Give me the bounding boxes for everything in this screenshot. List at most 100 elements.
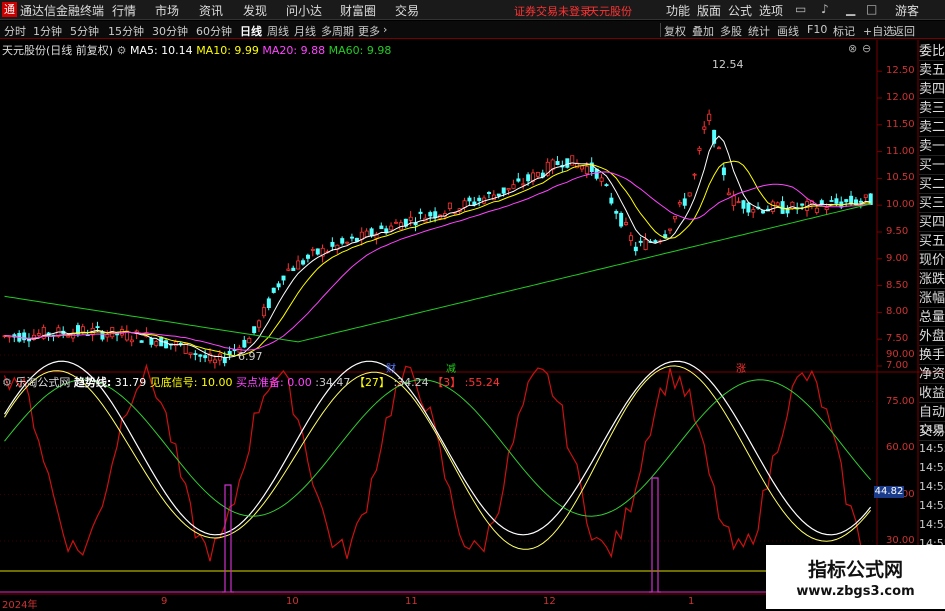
candle-body — [594, 168, 599, 179]
candle-body — [599, 177, 604, 182]
candle-body — [467, 197, 472, 202]
candle-body — [242, 339, 247, 348]
candle-body — [364, 230, 369, 238]
tick-time: 14:55 — [919, 423, 945, 436]
side-button[interactable]: 买二 — [919, 175, 945, 194]
candle-body — [521, 183, 526, 186]
candle-body — [66, 335, 71, 338]
indicator-tick-label: 90.00 — [886, 349, 915, 360]
candle-body — [247, 338, 252, 344]
tick-time: 14:55 — [919, 518, 945, 531]
trend-label: 趋势线: — [73, 376, 112, 389]
price-tick-label: 12.50 — [886, 65, 915, 77]
side-button[interactable]: 卖三 — [919, 99, 945, 118]
candle-body — [213, 359, 218, 364]
candle-body — [315, 248, 320, 255]
side-button[interactable]: 总量 — [919, 308, 945, 327]
candle-body — [252, 326, 257, 334]
candle-body — [301, 260, 306, 265]
side-button[interactable]: 卖四 — [919, 80, 945, 99]
side-button[interactable]: 卖二 — [919, 118, 945, 137]
ma5-line — [4, 135, 871, 359]
candle-body — [633, 246, 638, 252]
candle-body — [511, 184, 516, 189]
buy-ready-spike — [222, 484, 234, 593]
side-button[interactable]: 买一 — [919, 156, 945, 175]
tick-time: 14:55 — [919, 499, 945, 512]
indicator-name[interactable]: 乐淘公式网 — [15, 376, 70, 389]
side-button[interactable]: 净资 — [919, 365, 945, 384]
candle-body — [682, 198, 687, 206]
side-button[interactable]: 涨幅 — [919, 289, 945, 308]
candle-body — [721, 167, 726, 176]
event-rise[interactable]: 涨 — [736, 360, 746, 375]
candle-body — [22, 332, 27, 341]
candle-body — [379, 225, 384, 230]
side-button[interactable]: 买四 — [919, 213, 945, 232]
candle-body — [296, 260, 301, 270]
tick-time: 14:55 — [919, 442, 945, 455]
candle-body — [266, 298, 271, 308]
candle-body — [687, 192, 692, 197]
candle-body — [707, 113, 712, 122]
candle-body — [614, 211, 619, 214]
side-button[interactable]: 外盘 — [919, 327, 945, 346]
kline-chart[interactable] — [0, 0, 945, 609]
candle-body — [849, 195, 854, 204]
candle-body — [305, 254, 310, 259]
candle-body — [643, 239, 648, 250]
low-price-label: 6.97 — [238, 350, 263, 363]
candle-body — [154, 341, 159, 346]
candle-body — [702, 126, 707, 130]
candle-body — [580, 165, 585, 170]
high-price-label: 12.54 — [712, 58, 744, 71]
candle-body — [433, 211, 438, 219]
event-reduce[interactable]: 减 — [446, 360, 456, 375]
candle-body — [276, 283, 281, 288]
price-tick-label: 10.00 — [886, 199, 915, 211]
candle-body — [555, 161, 560, 166]
side-button[interactable]: 买三 — [919, 194, 945, 213]
candle-body — [565, 158, 570, 168]
candle-body — [726, 192, 731, 196]
side-button[interactable]: 现价 — [919, 251, 945, 270]
candle-body — [775, 202, 780, 207]
candle-body — [751, 209, 756, 213]
candle-body — [790, 201, 795, 210]
candle-body — [350, 236, 355, 239]
candle-body — [203, 355, 208, 359]
price-tick-label: 10.50 — [886, 172, 915, 184]
candle-body — [164, 340, 169, 349]
candle-body — [178, 342, 183, 345]
side-button[interactable]: 卖五 — [919, 61, 945, 80]
side-button[interactable]: 涨跌 — [919, 270, 945, 289]
side-button[interactable]: 委比 — [919, 42, 945, 61]
candle-body — [389, 225, 394, 231]
buy-ready-spike — [649, 477, 661, 593]
candle-body — [100, 331, 105, 340]
side-button[interactable]: 换手 — [919, 346, 945, 365]
candle-body — [824, 207, 829, 211]
candle-body — [814, 207, 819, 213]
bottom-signal-label: 见底信号: — [149, 376, 198, 389]
event-finance[interactable]: 财 — [386, 360, 396, 375]
candle-body — [746, 202, 751, 213]
price-tick-label: 8.00 — [886, 306, 909, 318]
trend-line-yellow — [4, 365, 871, 550]
candle-body — [291, 267, 296, 272]
value-three: 55.24 — [468, 376, 500, 389]
side-button[interactable]: 收益 — [919, 384, 945, 403]
candle-body — [717, 147, 722, 150]
candle-body — [800, 203, 805, 206]
indicator-settings-icon[interactable]: ⚙ — [2, 376, 12, 389]
candle-body — [462, 200, 467, 208]
price-tick-label: 11.50 — [886, 118, 915, 130]
side-button[interactable]: 自动 — [919, 403, 945, 422]
side-button[interactable]: 卖一 — [919, 137, 945, 156]
candle-body — [604, 184, 609, 187]
date-label-9: 9 — [161, 596, 168, 607]
watermark-title: 指标公式网 — [807, 559, 903, 581]
candle-body — [506, 188, 511, 191]
trend-value: 31.79 — [114, 376, 147, 389]
side-button[interactable]: 买五 — [919, 232, 945, 251]
